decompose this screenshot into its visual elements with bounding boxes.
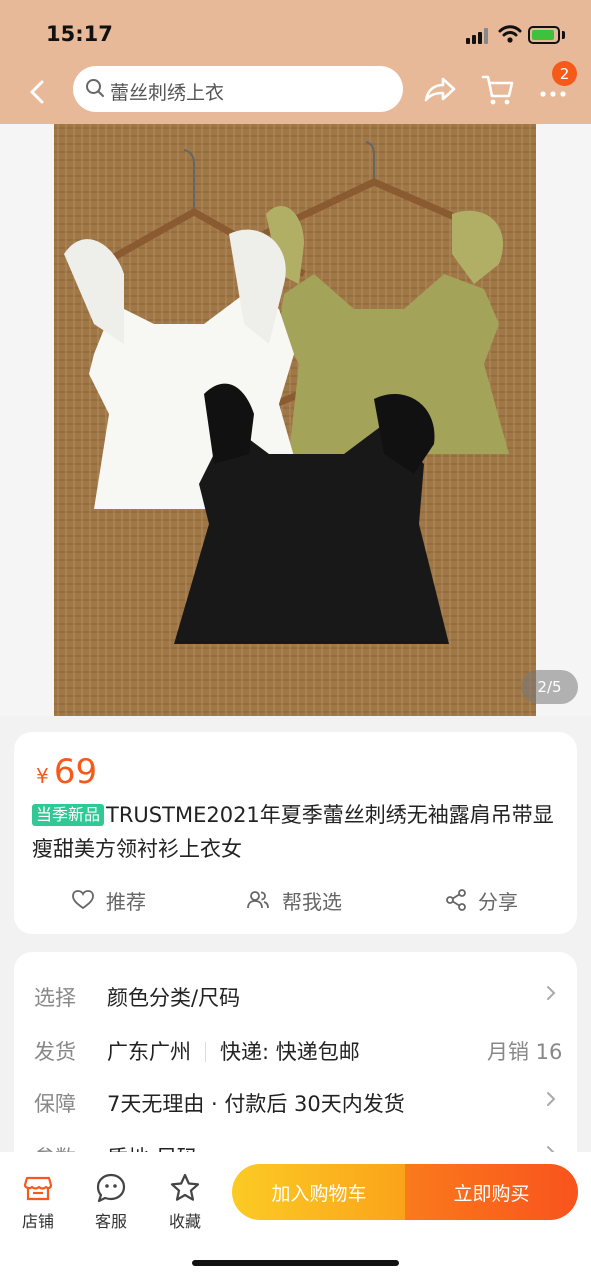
currency-symbol: ¥ <box>36 764 49 788</box>
share-label: 分享 <box>478 889 518 914</box>
spec-val-guarantee: 7天无理由 · 付款后 30天内发货 <box>107 1092 405 1116</box>
share-icon <box>424 77 456 102</box>
battery-icon <box>528 26 560 44</box>
store-icon <box>23 1176 53 1201</box>
spec-card: 选择 颜色分类/尺码 发货 广东广州 快递: 快递包邮 月销 16 保障 7天无理… <box>14 952 577 1182</box>
favorite-label: 收藏 <box>168 1212 201 1231</box>
store-label: 店铺 <box>21 1212 54 1231</box>
recommend-button[interactable]: 推荐 <box>72 880 146 920</box>
spec-row-guarantee[interactable]: 保障 7天无理由 · 付款后 30天内发货 <box>14 1076 577 1126</box>
share-button[interactable] <box>422 74 458 108</box>
share-action-button[interactable]: 分享 <box>446 880 518 920</box>
buy-now-button[interactable]: 立即购买 <box>405 1164 578 1220</box>
star-icon <box>170 1173 200 1201</box>
divider <box>205 1042 206 1062</box>
spec-row-select[interactable]: 选择 颜色分类/尺码 <box>14 970 577 1020</box>
home-indicator <box>192 1260 399 1266</box>
add-to-cart-button[interactable]: 加入购物车 <box>232 1164 406 1220</box>
bottom-bar: 店铺 客服 收藏 加入购物车 立即购买 <box>0 1152 591 1279</box>
back-button[interactable] <box>20 72 54 112</box>
people-icon <box>247 891 269 909</box>
spec-key-shipping: 发货 <box>34 1040 76 1064</box>
search-input[interactable]: 蕾丝刺绣上衣 <box>73 66 403 112</box>
help-choose-button[interactable]: 帮我选 <box>246 880 342 920</box>
spec-key-guarantee: 保障 <box>34 1092 76 1116</box>
spec-val-select: 颜色分类/尺码 <box>107 986 241 1010</box>
store-button[interactable]: 店铺 <box>8 1162 68 1231</box>
product-price: ¥ 69 <box>36 752 97 792</box>
status-time: 15:17 <box>46 22 113 46</box>
cart-button[interactable] <box>480 72 516 108</box>
share-nodes-icon <box>446 889 466 911</box>
nav-row: 蕾丝刺绣上衣 <box>0 62 591 118</box>
new-season-tag: 当季新品 <box>32 804 105 826</box>
customer-service-button[interactable]: 客服 <box>81 1162 141 1231</box>
chevron-right-icon <box>547 986 556 1000</box>
spec-row-shipping: 发货 广东广州 快递: 快递包邮 月销 16 <box>14 1024 577 1074</box>
search-query: 蕾丝刺绣上衣 <box>110 82 225 104</box>
ship-from: 广东广州 <box>107 1040 191 1064</box>
cart-icon <box>481 75 514 105</box>
header: 15:17 蕾丝刺绣上衣 <box>0 0 591 124</box>
chevron-right-icon <box>547 1092 556 1106</box>
product-gallery[interactable] <box>0 124 591 716</box>
monthly-sales: 月销 16 <box>487 1040 563 1064</box>
wifi-icon <box>498 25 522 43</box>
gallery-counter: 2/5 <box>521 670 578 704</box>
signal-icon <box>466 28 490 44</box>
price-value: 69 <box>53 752 98 792</box>
spec-key-select: 选择 <box>34 986 76 1010</box>
price-card: ¥ 69 当季新品 TRUSTME2021年夏季蕾丝刺绣无袖露肩吊带显瘦甜美方领衬… <box>14 732 577 934</box>
chevron-left-icon <box>30 80 44 104</box>
cart-count-badge: 2 <box>552 61 577 86</box>
favorite-button[interactable]: 收藏 <box>155 1162 215 1231</box>
product-actions: 推荐 帮我选 分享 <box>14 880 577 920</box>
product-title: 当季新品 TRUSTME2021年夏季蕾丝刺绣无袖露肩吊带显瘦甜美方领衬衫上衣女 <box>32 798 562 866</box>
product-photo <box>54 124 536 716</box>
heart-icon <box>72 890 94 910</box>
ship-method: 快递: 快递包邮 <box>220 1040 360 1064</box>
search-icon <box>86 79 104 97</box>
service-label: 客服 <box>94 1212 127 1231</box>
help-choose-label: 帮我选 <box>282 889 342 914</box>
chat-face-icon <box>96 1173 126 1203</box>
recommend-label: 推荐 <box>106 889 146 914</box>
product-title-text: TRUSTME2021年夏季蕾丝刺绣无袖露肩吊带显瘦甜美方领衬衫上衣女 <box>32 803 554 861</box>
status-bar: 15:17 <box>0 0 591 60</box>
spec-val-shipping: 广东广州 快递: 快递包邮 <box>107 1036 360 1066</box>
battery-cap <box>562 31 565 39</box>
